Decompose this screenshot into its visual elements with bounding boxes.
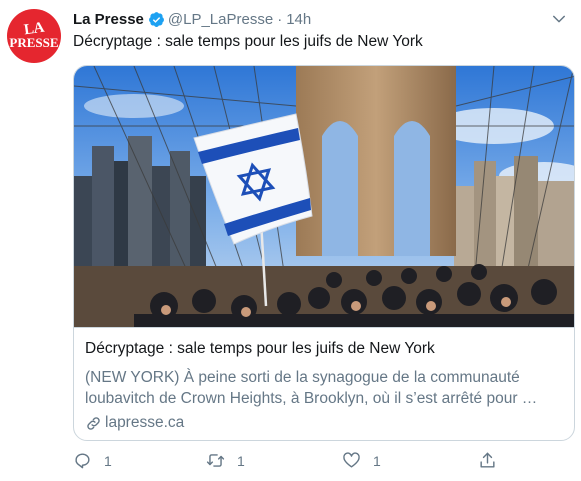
card-description: (NEW YORK) À peine sorti de la synagogue… [85, 369, 538, 407]
card-title[interactable]: Décryptage : sale temps pour les juifs d… [85, 340, 569, 362]
card-domain-text: lapresse.ca [105, 414, 185, 431]
reply-button[interactable]: 1 [73, 451, 112, 470]
card-photo [74, 66, 574, 327]
header-separator: · [277, 10, 283, 28]
avatar-line-1: LA [23, 19, 45, 39]
user-handle[interactable]: @LP_LaPresse [168, 11, 273, 28]
tweet-header: La Presse @LP_LaPresse · 14h [73, 9, 311, 29]
reply-count: 1 [104, 452, 112, 469]
retweet-count: 1 [237, 452, 245, 469]
avatar[interactable]: LA PRESSE [7, 9, 61, 63]
card-body: Décryptage : sale temps pour les juifs d… [85, 340, 569, 432]
display-name[interactable]: La Presse [73, 11, 144, 28]
link-icon [87, 416, 100, 430]
card-domain[interactable]: lapresse.ca [85, 414, 569, 432]
heart-icon [343, 452, 360, 468]
retweet-button[interactable]: 1 [206, 451, 245, 470]
verified-badge-icon [148, 11, 164, 27]
avatar-line-2: PRESSE [9, 35, 59, 50]
chevron-down-icon[interactable] [550, 10, 568, 28]
like-button[interactable]: 1 [342, 451, 381, 470]
tweet-timestamp[interactable]: 14h [286, 11, 311, 28]
share-icon [480, 452, 495, 468]
retweet-icon [206, 454, 225, 467]
link-card[interactable]: Décryptage : sale temps pour les juifs d… [73, 65, 575, 441]
like-count: 1 [373, 452, 381, 469]
card-image[interactable] [74, 66, 574, 328]
action-bar: 1 1 1 [73, 451, 503, 477]
reply-icon [75, 453, 90, 469]
share-button[interactable] [478, 451, 497, 470]
tweet-text: Décryptage : sale temps pour les juifs d… [73, 33, 423, 50]
